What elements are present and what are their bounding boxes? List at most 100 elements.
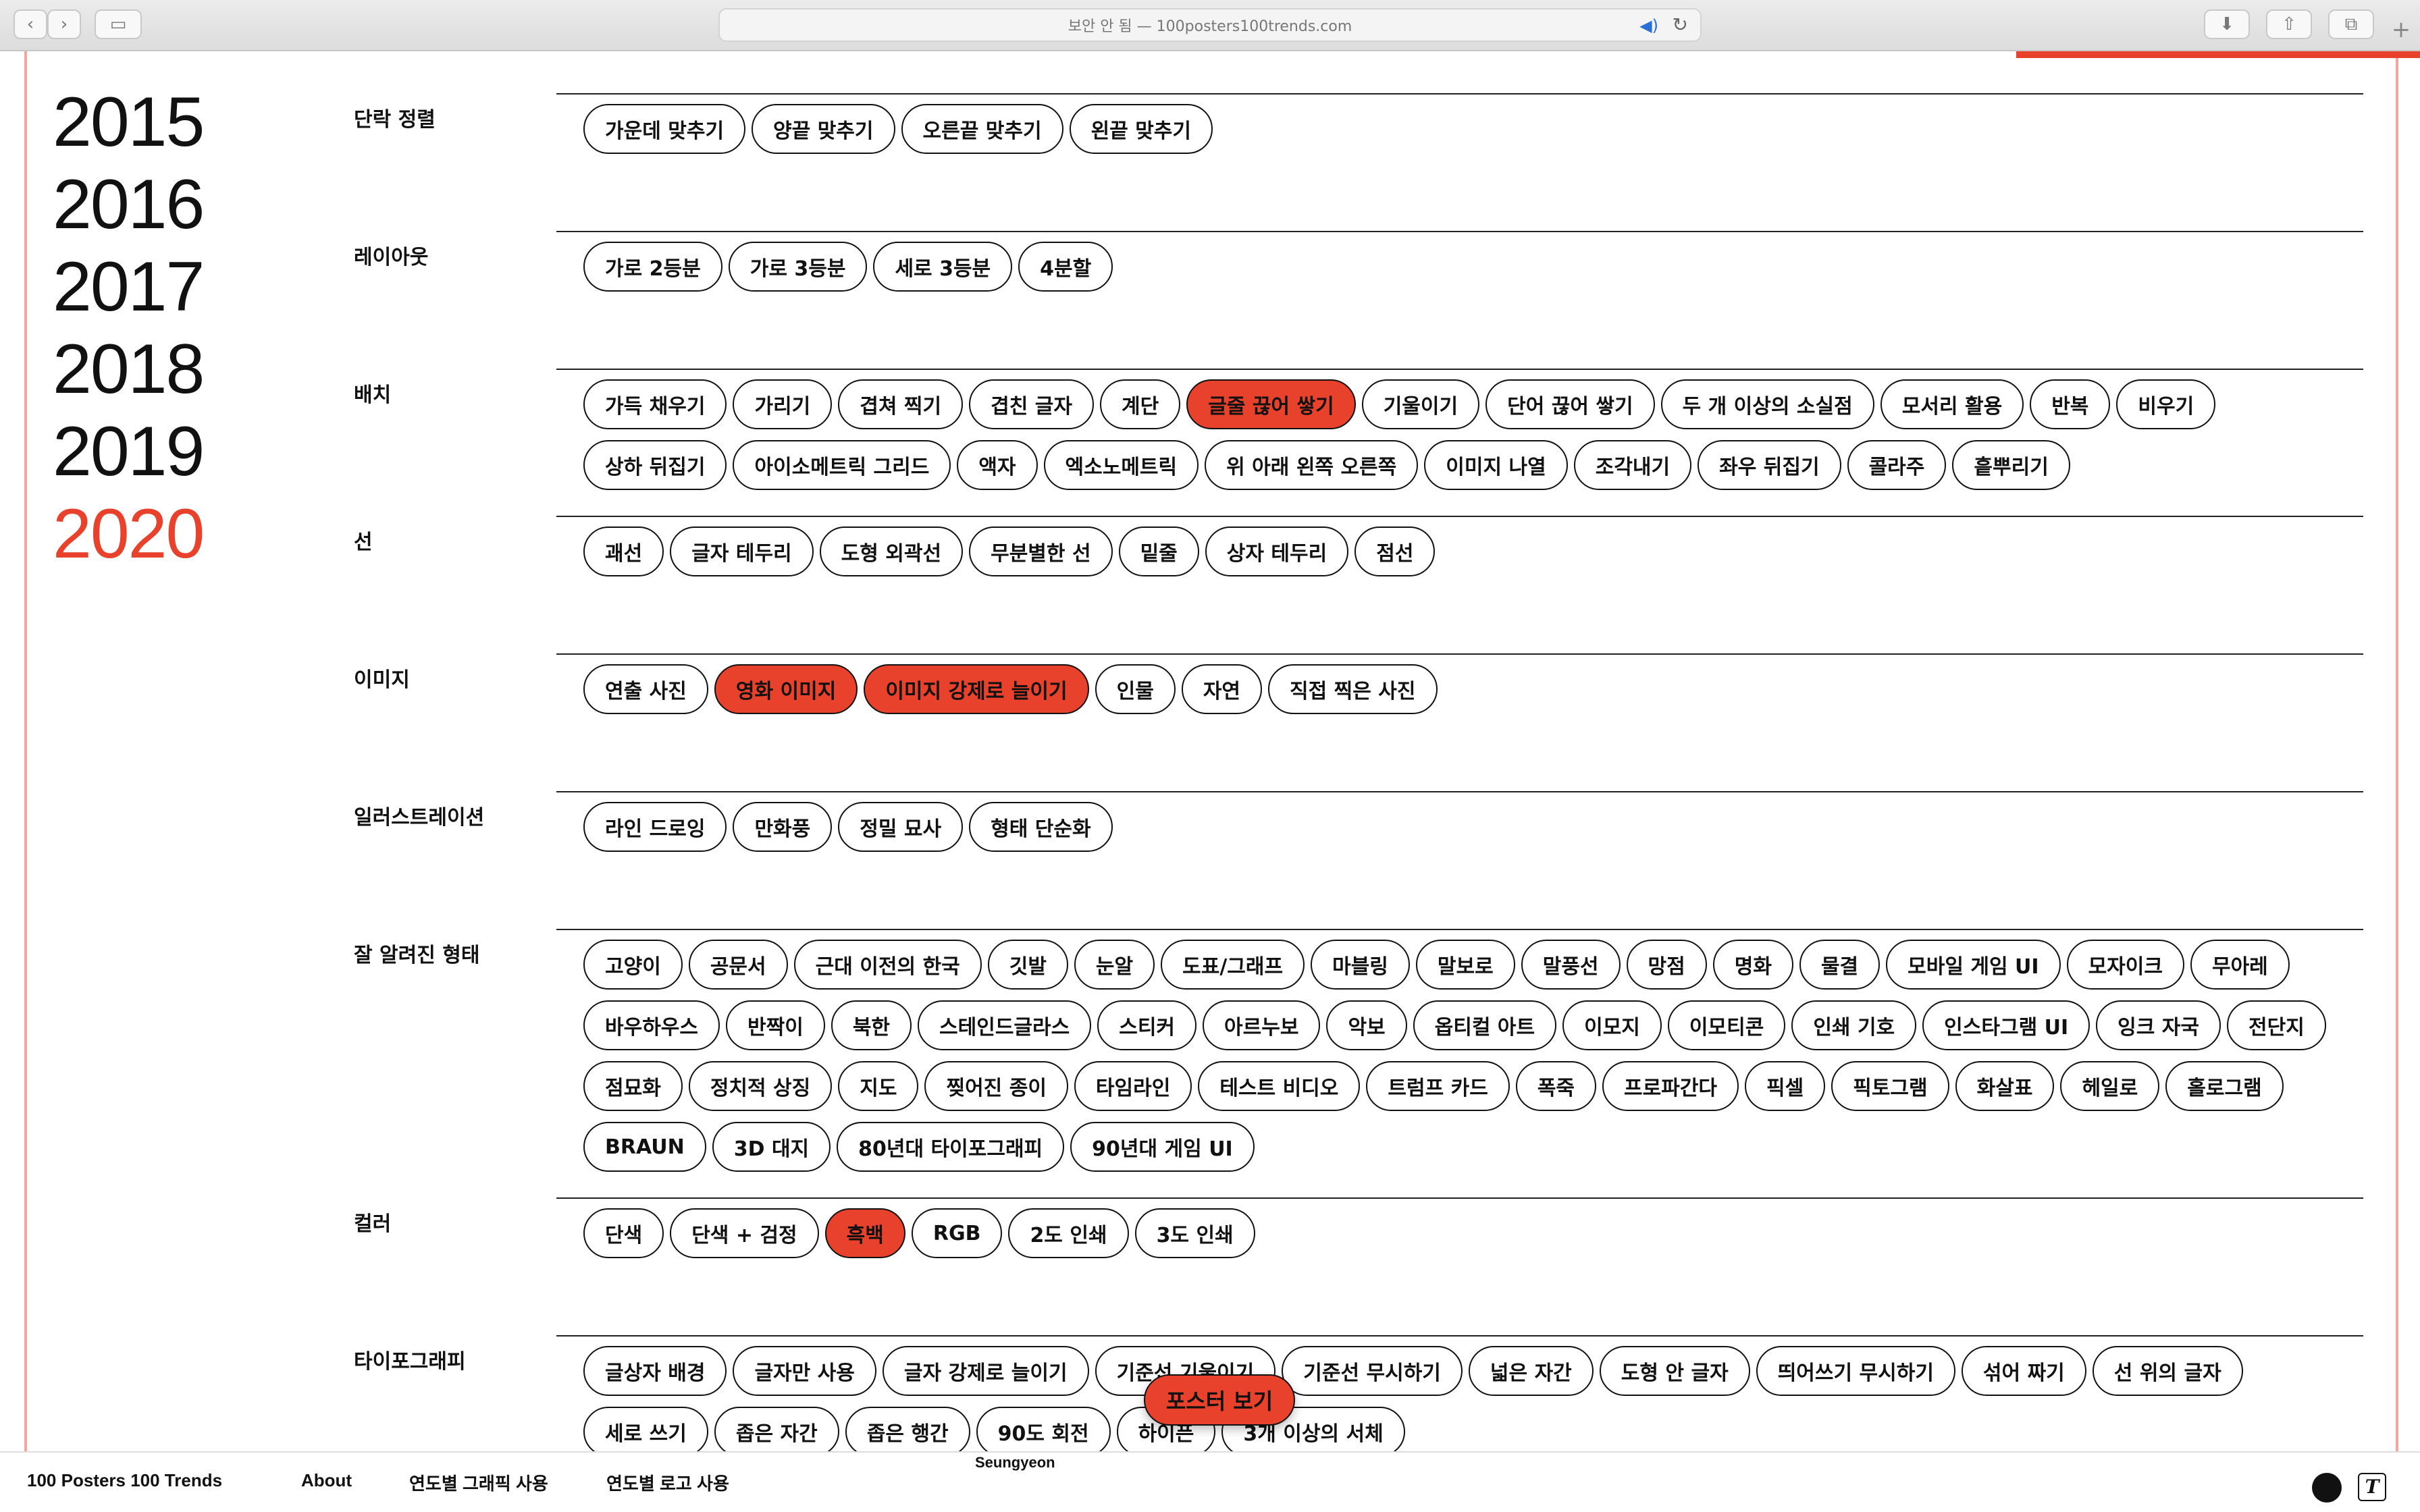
- site-title[interactable]: 100 Posters 100 Trends: [27, 1470, 222, 1491]
- tag-pill[interactable]: 점묘화: [583, 1061, 683, 1111]
- tag-pill[interactable]: 가운데 맞추기: [583, 104, 746, 154]
- tag-pill[interactable]: 기준선 무시하기: [1282, 1346, 1463, 1396]
- tag-pill[interactable]: 가로 3등분: [728, 242, 868, 292]
- tag-pill[interactable]: 북한: [831, 1000, 912, 1050]
- tag-pill[interactable]: 직접 찍은 사진: [1268, 664, 1438, 714]
- tag-pill[interactable]: BRAUN: [583, 1122, 706, 1172]
- tag-pill[interactable]: 아르누보: [1203, 1000, 1321, 1050]
- tag-pill[interactable]: 고양이: [583, 940, 683, 990]
- back-icon[interactable]: ‹: [14, 9, 47, 39]
- tag-pill[interactable]: 아이소메트릭 그리드: [733, 440, 951, 490]
- tag-pill[interactable]: 연출 사진: [583, 664, 708, 714]
- view-posters-button[interactable]: 포스터 보기: [1144, 1374, 1295, 1426]
- tag-pill[interactable]: 비우기: [2116, 379, 2216, 429]
- tag-pill[interactable]: 인물: [1095, 664, 1176, 714]
- tag-pill[interactable]: 이모지: [1562, 1000, 1662, 1050]
- tag-pill[interactable]: 콜라주: [1847, 440, 1947, 490]
- tag-pill[interactable]: 폭죽: [1515, 1061, 1597, 1111]
- tabs-overview-icon[interactable]: ⧉: [2328, 9, 2374, 39]
- tag-pill[interactable]: 형태 단순화: [969, 802, 1113, 852]
- year-link-2019[interactable]: 2019: [53, 410, 205, 493]
- tag-pill[interactable]: 인쇄 기호: [1791, 1000, 1917, 1050]
- tag-pill[interactable]: 테스트 비디오: [1198, 1061, 1361, 1111]
- address-bar[interactable]: 보안 안 됨 — 100posters100trends.com ◀) ↻: [718, 8, 1702, 42]
- tag-pill-selected[interactable]: 영화 이미지: [714, 664, 858, 714]
- tag-pill[interactable]: 말풍선: [1521, 940, 1621, 990]
- tag-pill[interactable]: 반짝이: [726, 1000, 825, 1050]
- tag-pill[interactable]: 픽셀: [1745, 1061, 1826, 1111]
- tag-pill[interactable]: 스테인드글라스: [918, 1000, 1092, 1050]
- tag-pill-selected[interactable]: 글줄 끊어 쌓기: [1186, 379, 1356, 429]
- dark-mode-toggle-icon[interactable]: [2312, 1473, 2342, 1503]
- tag-pill[interactable]: 좁은 행간: [845, 1407, 970, 1457]
- tag-pill[interactable]: 3D 대지: [712, 1122, 831, 1172]
- year-link-2016[interactable]: 2016: [53, 163, 205, 246]
- tag-pill[interactable]: 정치적 상징: [688, 1061, 833, 1111]
- tag-pill[interactable]: 점선: [1354, 526, 1436, 576]
- tag-pill[interactable]: 괘선: [583, 526, 664, 576]
- speaker-icon[interactable]: ◀): [1639, 16, 1658, 35]
- tag-pill[interactable]: 기울이기: [1361, 379, 1480, 429]
- tag-pill[interactable]: 명화: [1712, 940, 1793, 990]
- tag-pill[interactable]: 픽토그램: [1831, 1061, 1949, 1111]
- tag-pill[interactable]: 좁은 자간: [714, 1407, 839, 1457]
- tag-pill[interactable]: 가득 채우기: [583, 379, 727, 429]
- tag-pill[interactable]: 90년대 게임 UI: [1070, 1122, 1255, 1172]
- tag-pill[interactable]: 전단지: [2227, 1000, 2326, 1050]
- forward-icon[interactable]: ›: [47, 9, 81, 39]
- tag-pill[interactable]: 상하 뒤집기: [583, 440, 727, 490]
- typeface-icon[interactable]: T: [2358, 1473, 2386, 1501]
- tag-pill[interactable]: 트럼프 카드: [1366, 1061, 1510, 1111]
- tag-pill-selected[interactable]: 흑백: [824, 1208, 905, 1258]
- tag-pill[interactable]: 단색 + 검정: [670, 1208, 819, 1258]
- tag-pill[interactable]: 액자: [957, 440, 1038, 490]
- share-icon[interactable]: ⇧: [2266, 9, 2312, 39]
- tag-pill[interactable]: 글자 테두리: [670, 526, 814, 576]
- tag-pill[interactable]: 화살표: [1955, 1061, 2055, 1111]
- tag-pill[interactable]: 섞어 짜기: [1961, 1346, 2086, 1396]
- year-link-2018[interactable]: 2018: [53, 328, 205, 410]
- tag-pill[interactable]: 라인 드로잉: [583, 802, 727, 852]
- about-link[interactable]: About: [301, 1470, 352, 1491]
- tag-pill[interactable]: 글자만 사용: [733, 1346, 876, 1396]
- tag-pill[interactable]: 단어 끊어 쌓기: [1485, 379, 1655, 429]
- tag-pill[interactable]: 흩뿌리기: [1952, 440, 2070, 490]
- tag-pill[interactable]: 도표/그래프: [1161, 940, 1305, 990]
- tag-pill[interactable]: 눈알: [1074, 940, 1155, 990]
- tag-pill[interactable]: 밑줄: [1118, 526, 1199, 576]
- tag-pill[interactable]: 바우하우스: [583, 1000, 720, 1050]
- tag-pill[interactable]: 세로 3등분: [873, 242, 1013, 292]
- new-tab-icon[interactable]: +: [2382, 16, 2420, 50]
- tag-pill[interactable]: 모자이크: [2066, 940, 2184, 990]
- tag-pill[interactable]: 헤일로: [2060, 1061, 2160, 1111]
- tag-pill[interactable]: 만화풍: [733, 802, 833, 852]
- tag-pill[interactable]: 두 개 이상의 소실점: [1660, 379, 1874, 429]
- tag-pill[interactable]: 가로 2등분: [583, 242, 722, 292]
- tag-pill[interactable]: 조각내기: [1573, 440, 1692, 490]
- tag-pill[interactable]: 지도: [838, 1061, 919, 1111]
- tag-pill[interactable]: 프로파간다: [1602, 1061, 1739, 1111]
- tag-pill[interactable]: 양끝 맞추기: [752, 104, 895, 154]
- tag-pill[interactable]: 자연: [1181, 664, 1263, 714]
- year-link-2017[interactable]: 2017: [53, 246, 205, 328]
- tag-pill[interactable]: 도형 안 글자: [1599, 1346, 1750, 1396]
- tag-pill[interactable]: 깃발: [987, 940, 1068, 990]
- tag-pill[interactable]: 선 위의 글자: [2092, 1346, 2243, 1396]
- tag-pill[interactable]: 이모티콘: [1667, 1000, 1786, 1050]
- tag-pill[interactable]: 겹친 글자: [969, 379, 1094, 429]
- tag-pill[interactable]: 잉크 자국: [2096, 1000, 2221, 1050]
- tag-pill-selected[interactable]: 이미지 강제로 늘이기: [864, 664, 1089, 714]
- tag-pill[interactable]: 2도 인쇄: [1008, 1208, 1129, 1258]
- tag-pill[interactable]: 정밀 묘사: [838, 802, 964, 852]
- tag-pill[interactable]: 물결: [1799, 940, 1880, 990]
- tag-pill[interactable]: 무아레: [2190, 940, 2290, 990]
- tag-pill[interactable]: 인스타그램 UI: [1922, 1000, 2090, 1050]
- tag-pill[interactable]: 근대 이전의 한국: [793, 940, 982, 990]
- tag-pill[interactable]: 4분할: [1018, 242, 1113, 292]
- tag-pill[interactable]: 글상자 배경: [583, 1346, 727, 1396]
- sidebar-icon[interactable]: ▭: [95, 9, 142, 39]
- tag-pill[interactable]: 띄어쓰기 무시하기: [1756, 1346, 1955, 1396]
- tag-pill[interactable]: 모서리 활용: [1880, 379, 2024, 429]
- tag-pill[interactable]: 타임라인: [1074, 1061, 1192, 1111]
- tag-pill[interactable]: 엑소노메트릭: [1043, 440, 1199, 490]
